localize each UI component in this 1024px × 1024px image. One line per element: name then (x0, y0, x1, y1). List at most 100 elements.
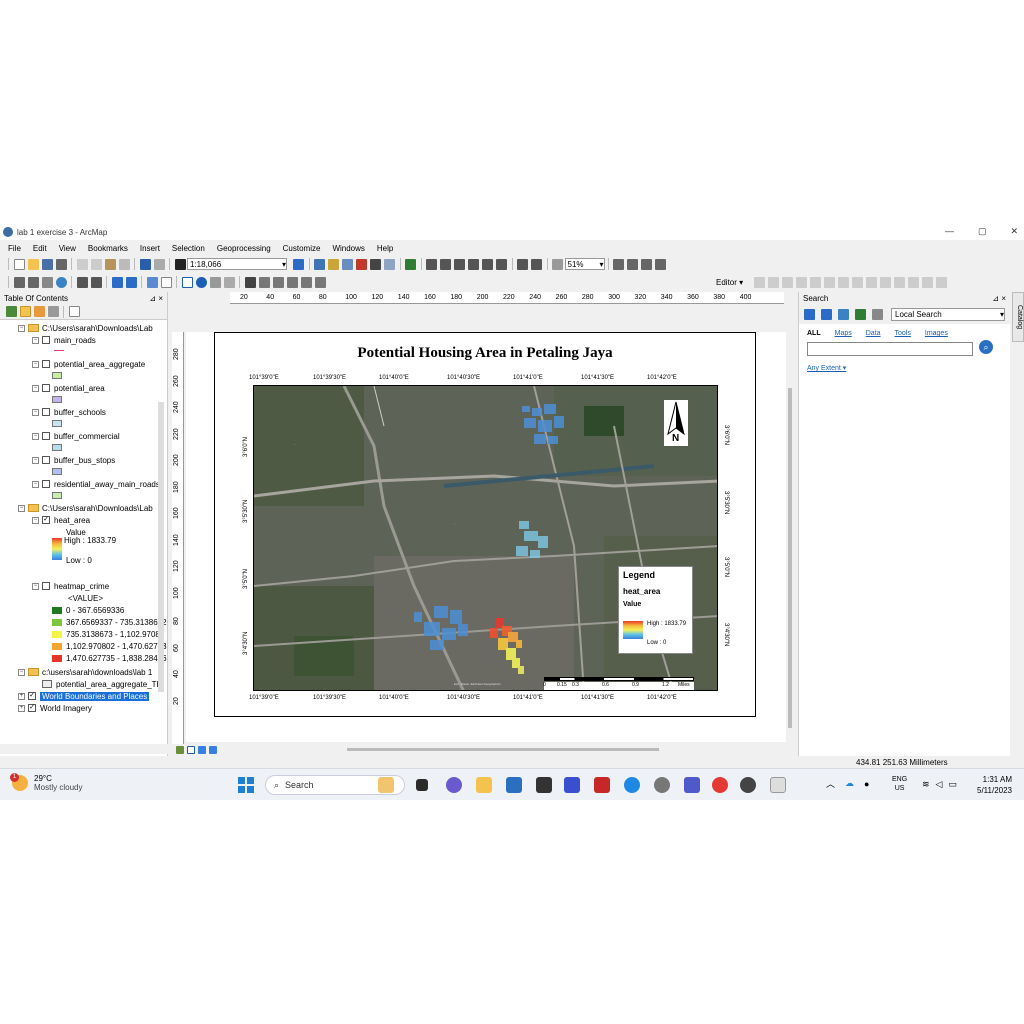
change-layout-icon[interactable] (552, 258, 563, 270)
toc-layer-heat-area[interactable]: − ✓ heat_area (32, 514, 90, 526)
html-popup-icon[interactable] (223, 276, 235, 288)
go-to-xy-icon[interactable] (272, 276, 284, 288)
find-route-icon[interactable] (258, 276, 270, 288)
layout-horizontal-scrollbar[interactable] (347, 748, 659, 751)
select-elements-icon[interactable] (181, 276, 193, 288)
mcafee-icon[interactable] (594, 777, 610, 793)
tab-images[interactable]: Images (925, 330, 948, 337)
zoom-out-icon[interactable] (27, 276, 39, 288)
app-icon[interactable] (740, 777, 756, 793)
edge-icon[interactable] (624, 777, 640, 793)
split-icon[interactable] (879, 276, 891, 288)
back-arrow-icon[interactable] (803, 308, 815, 320)
search-highlight-icon[interactable] (378, 777, 394, 793)
arcmap-taskbar-icon[interactable] (770, 777, 786, 793)
catalog-icon[interactable] (328, 258, 339, 270)
layout-tool-icon[interactable] (641, 258, 652, 270)
editor-menu[interactable]: Editor ▾ (716, 278, 743, 287)
layer-visibility-checkbox[interactable] (42, 384, 50, 392)
refresh-icon[interactable] (197, 746, 206, 754)
model-builder-icon[interactable] (384, 258, 395, 270)
sketch-properties-icon[interactable] (921, 276, 933, 288)
layer-visibility-checkbox[interactable] (42, 408, 50, 416)
rotate-icon[interactable] (893, 276, 905, 288)
clock[interactable]: 1:31 AM 5/11/2023 (972, 774, 1012, 796)
edit-vertices-icon[interactable] (837, 276, 849, 288)
menu-file[interactable]: File (0, 244, 25, 253)
toc-layer-main-roads[interactable]: − main_roads (32, 334, 96, 346)
search-input[interactable] (807, 342, 973, 356)
layer-visibility-checkbox[interactable] (42, 480, 50, 488)
trace-icon[interactable] (809, 276, 821, 288)
toc-layer-potential-area-aggregate[interactable]: − potential_area_aggregate (32, 358, 145, 370)
chat-icon[interactable] (446, 777, 462, 793)
map-title[interactable]: Potential Housing Area in Petaling Jaya (215, 345, 755, 362)
teams-icon[interactable] (684, 777, 700, 793)
north-arrow[interactable]: N (664, 400, 688, 446)
collapse-icon[interactable]: − (32, 336, 39, 344)
pan-hand-icon[interactable] (41, 276, 53, 288)
menu-selection[interactable]: Selection (164, 244, 209, 253)
zoom-in-icon[interactable] (13, 276, 25, 288)
editor-toolbar-icon[interactable] (293, 258, 304, 270)
onedrive-icon[interactable]: ☁ (845, 778, 854, 789)
toc-group-row[interactable]: − c:\users\sarah\downloads\lab 1 (18, 666, 152, 678)
menu-geoprocessing[interactable]: Geoprocessing (209, 244, 275, 253)
list-by-source-icon[interactable] (19, 306, 31, 317)
hyperlink-icon[interactable] (209, 276, 221, 288)
menu-edit[interactable]: Edit (25, 244, 51, 253)
catalog-side-tab[interactable]: Catalog (1012, 292, 1024, 342)
create-viewer-icon[interactable] (314, 276, 326, 288)
microsoft-store-icon[interactable] (506, 777, 522, 793)
layout-zoom-combobox[interactable]: 51% ▾ (564, 258, 605, 270)
collapse-icon[interactable]: − (18, 668, 25, 676)
list-by-selection-icon[interactable] (47, 306, 59, 317)
pause-drawing-icon[interactable] (208, 746, 217, 754)
toggle-draft-icon[interactable] (517, 258, 528, 270)
language-indicator[interactable]: ENG US (892, 775, 907, 793)
home-icon[interactable] (837, 308, 849, 320)
paste-icon[interactable] (104, 258, 116, 270)
attributes-icon[interactable] (907, 276, 919, 288)
copy-icon[interactable] (90, 258, 102, 270)
edit-annotation-icon[interactable] (767, 276, 779, 288)
menu-customize[interactable]: Customize (275, 244, 325, 253)
layout-tool-icon[interactable] (655, 258, 666, 270)
back-arrow-icon[interactable] (111, 276, 123, 288)
arctoolbox-icon[interactable] (356, 258, 367, 270)
layer-visibility-checkbox[interactable] (42, 360, 50, 368)
toc-layer-residential-away-main-roads[interactable]: − residential_away_main_roads (32, 478, 160, 490)
zoom-whole-page-icon[interactable] (426, 258, 437, 270)
network-sound-battery[interactable]: ≋ ◁ ▭ (922, 779, 957, 790)
forward-arrow-icon[interactable] (820, 308, 832, 320)
pan-page-icon[interactable] (482, 258, 493, 270)
select-features-icon[interactable] (146, 276, 158, 288)
collapse-icon[interactable]: − (32, 360, 39, 368)
search-window-icon[interactable] (342, 258, 353, 270)
list-by-drawing-order-icon[interactable] (5, 306, 17, 317)
find-binoculars-icon[interactable] (244, 276, 256, 288)
maximize-button[interactable]: ▢ (978, 226, 987, 237)
map-legend[interactable]: Legend heat_area Value High : 1833.79 Lo… (618, 566, 693, 654)
tab-all[interactable]: ALL (807, 330, 821, 337)
settings-gear-icon[interactable] (654, 777, 670, 793)
cut-polygons-icon[interactable] (865, 276, 877, 288)
layout-view-icon[interactable] (186, 746, 195, 754)
menu-view[interactable]: View (51, 244, 80, 253)
collapse-icon[interactable]: − (32, 384, 39, 392)
app-icon[interactable] (564, 777, 580, 793)
toc-layer-heatmap-crime[interactable]: − heatmap_crime (32, 580, 109, 592)
toc-layer-potential-area[interactable]: − potential_area (32, 382, 105, 394)
toc-vertical-scrollbar[interactable] (158, 402, 164, 692)
identify-icon[interactable] (195, 276, 207, 288)
fixed-zoom-in-icon[interactable] (76, 276, 88, 288)
layer-visibility-checkbox[interactable] (42, 432, 50, 440)
layer-visibility-checkbox[interactable] (42, 456, 50, 464)
map-scale-combobox[interactable]: 1:18,066 ▾ (187, 258, 287, 270)
new-document-icon[interactable] (13, 258, 25, 270)
time-slider-icon[interactable] (300, 276, 312, 288)
table-of-contents-icon[interactable] (314, 258, 325, 270)
collapse-icon[interactable]: − (18, 324, 25, 332)
create-features-icon[interactable] (935, 276, 947, 288)
layer-visibility-checkbox[interactable]: ✓ (42, 516, 50, 524)
